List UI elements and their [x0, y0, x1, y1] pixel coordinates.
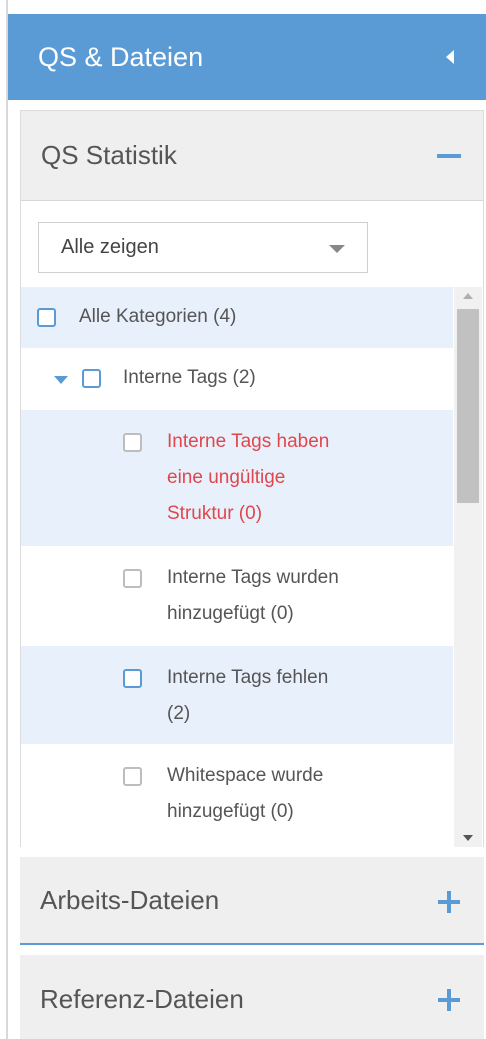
- arbeits-dateien-title: Arbeits-Dateien: [40, 884, 220, 915]
- tree-label-line: eine ungültige: [167, 467, 286, 488]
- referenz-dateien-title: Referenz-Dateien: [40, 983, 244, 1014]
- checkbox-interne-tags[interactable]: [82, 369, 101, 388]
- tree-label-line: Whitespace wurde: [167, 765, 324, 786]
- checkbox-ungueltige-struktur[interactable]: [123, 433, 142, 452]
- checkbox-hinzugefuegt[interactable]: [123, 569, 142, 588]
- qs-statistik-title: QS Statistik: [41, 140, 177, 170]
- tree-label-line: Interne Tags fehlen: [167, 667, 329, 688]
- referenz-dateien-section[interactable]: Referenz-Dateien: [20, 955, 484, 1039]
- panel-left-border: [6, 0, 8, 1039]
- qs-statistik-section: QS Statistik Alle zeigen Alle Kategorien…: [20, 110, 484, 847]
- category-tree: Alle Kategorien (4) Interne Tags (2) Int…: [21, 287, 453, 847]
- tree-label-line: Interne Tags haben: [167, 431, 330, 452]
- tree-row-all-categories[interactable]: Alle Kategorien (4): [21, 287, 453, 348]
- filter-select[interactable]: Alle zeigen: [38, 222, 368, 273]
- qs-statistik-header[interactable]: QS Statistik: [21, 111, 483, 201]
- scroll-down-arrow-icon[interactable]: [463, 835, 473, 841]
- collapse-left-icon[interactable]: [446, 50, 454, 64]
- tree-label-line: Struktur (0): [167, 503, 263, 524]
- tree-label-line: hinzugefügt (0): [167, 801, 294, 822]
- scrollbar-thumb[interactable]: [457, 309, 479, 503]
- panel-title: QS & Dateien: [38, 41, 204, 72]
- minus-icon[interactable]: [437, 154, 461, 158]
- qs-statistik-body: Alle zeigen Alle Kategorien (4) Interne …: [21, 201, 483, 847]
- scroll-up-arrow-icon[interactable]: [463, 293, 473, 299]
- checkbox-all-categories[interactable]: [37, 308, 56, 327]
- arbeits-dateien-section[interactable]: Arbeits-Dateien: [20, 857, 484, 945]
- checkbox-whitespace[interactable]: [123, 767, 142, 786]
- tree-row-whitespace[interactable]: Whitespace wurde hinzugefügt (0): [21, 744, 453, 847]
- tree-row-interne-tags[interactable]: Interne Tags (2): [21, 348, 453, 410]
- panel-header[interactable]: QS & Dateien: [8, 14, 486, 100]
- tree-label-line: (2): [167, 703, 191, 724]
- tree-row-fehlen[interactable]: Interne Tags fehlen (2): [21, 646, 453, 744]
- tree-row-ungueltige-struktur[interactable]: Interne Tags haben eine ungültige Strukt…: [21, 410, 453, 546]
- tree-label-line: Interne Tags wurden: [167, 567, 339, 588]
- tree-label-line: hinzugefügt (0): [167, 603, 294, 624]
- tree-row-hinzugefuegt[interactable]: Interne Tags wurden hinzugefügt (0): [21, 546, 453, 646]
- tree-scrollbar[interactable]: [454, 287, 482, 847]
- plus-icon[interactable]: [438, 891, 460, 913]
- tree-label: Interne Tags (2): [123, 367, 256, 388]
- chevron-down-icon: [329, 245, 345, 253]
- plus-icon[interactable]: [438, 989, 460, 1011]
- expand-arrow-icon[interactable]: [54, 376, 68, 384]
- tree-label: Alle Kategorien (4): [79, 306, 237, 327]
- filter-select-value: Alle zeigen: [61, 236, 159, 258]
- qs-dateien-panel: QS & Dateien QS Statistik Alle zeigen Al…: [0, 0, 486, 1039]
- checkbox-fehlen[interactable]: [123, 669, 142, 688]
